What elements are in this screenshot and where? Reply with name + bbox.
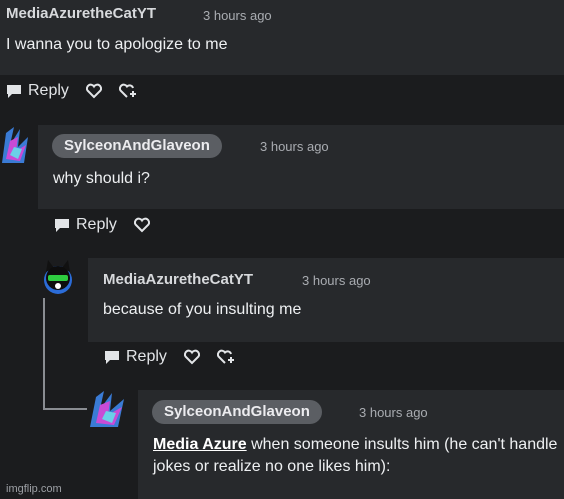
comment-card-4: SylceonAndGlaveon 3 hours ago Media Azur… [138,390,564,499]
comment-timestamp: 3 hours ago [260,139,329,154]
heart-icon[interactable] [133,217,151,233]
reply-label: Reply [126,348,167,365]
reply-label: Reply [28,82,69,99]
thread-line [43,298,45,410]
comment-bubble-icon [104,350,120,365]
avatar[interactable] [0,125,30,165]
reply-button[interactable]: Reply [104,348,167,366]
avatar[interactable] [88,389,128,429]
reply-button[interactable]: Reply [6,82,69,100]
comment-bubble-icon [54,218,70,233]
heart-icon[interactable] [183,349,201,365]
comment-card-3: MediaAzuretheCatYT 3 hours ago because o… [88,258,564,342]
watermark: imgflip.com [6,483,62,495]
comment-text: Media Azure when someone insults him (he… [153,434,563,478]
comment-timestamp: 3 hours ago [302,273,371,288]
comment-text: I wanna you to apologize to me [6,36,228,53]
comment-author[interactable]: MediaAzuretheCatYT [6,5,156,22]
heart-plus-icon[interactable] [118,83,139,99]
comment-actions-1: Reply [6,82,139,100]
thread-line [43,408,87,410]
comment-card-2: SylceonAndGlaveon 3 hours ago why should… [38,125,564,209]
comment-author[interactable]: SylceonAndGlaveon [152,400,322,424]
comment-bubble-icon [6,84,22,99]
comment-text: because of you insulting me [103,301,302,318]
comment-actions-2: Reply [54,216,151,234]
comment-author[interactable]: MediaAzuretheCatYT [103,271,253,288]
comment-author[interactable]: SylceonAndGlaveon [52,134,222,158]
avatar[interactable] [40,258,76,296]
heart-icon[interactable] [85,83,103,99]
reply-button[interactable]: Reply [54,216,117,234]
reply-label: Reply [76,216,117,233]
comment-actions-3: Reply [104,348,237,366]
comment-card-1: MediaAzuretheCatYT 3 hours ago I wanna y… [0,0,564,75]
user-mention-link[interactable]: Media Azure [153,436,247,453]
comment-timestamp: 3 hours ago [359,405,428,420]
heart-plus-icon[interactable] [216,349,237,365]
comment-timestamp: 3 hours ago [203,8,272,23]
comment-text: why should i? [53,170,150,187]
